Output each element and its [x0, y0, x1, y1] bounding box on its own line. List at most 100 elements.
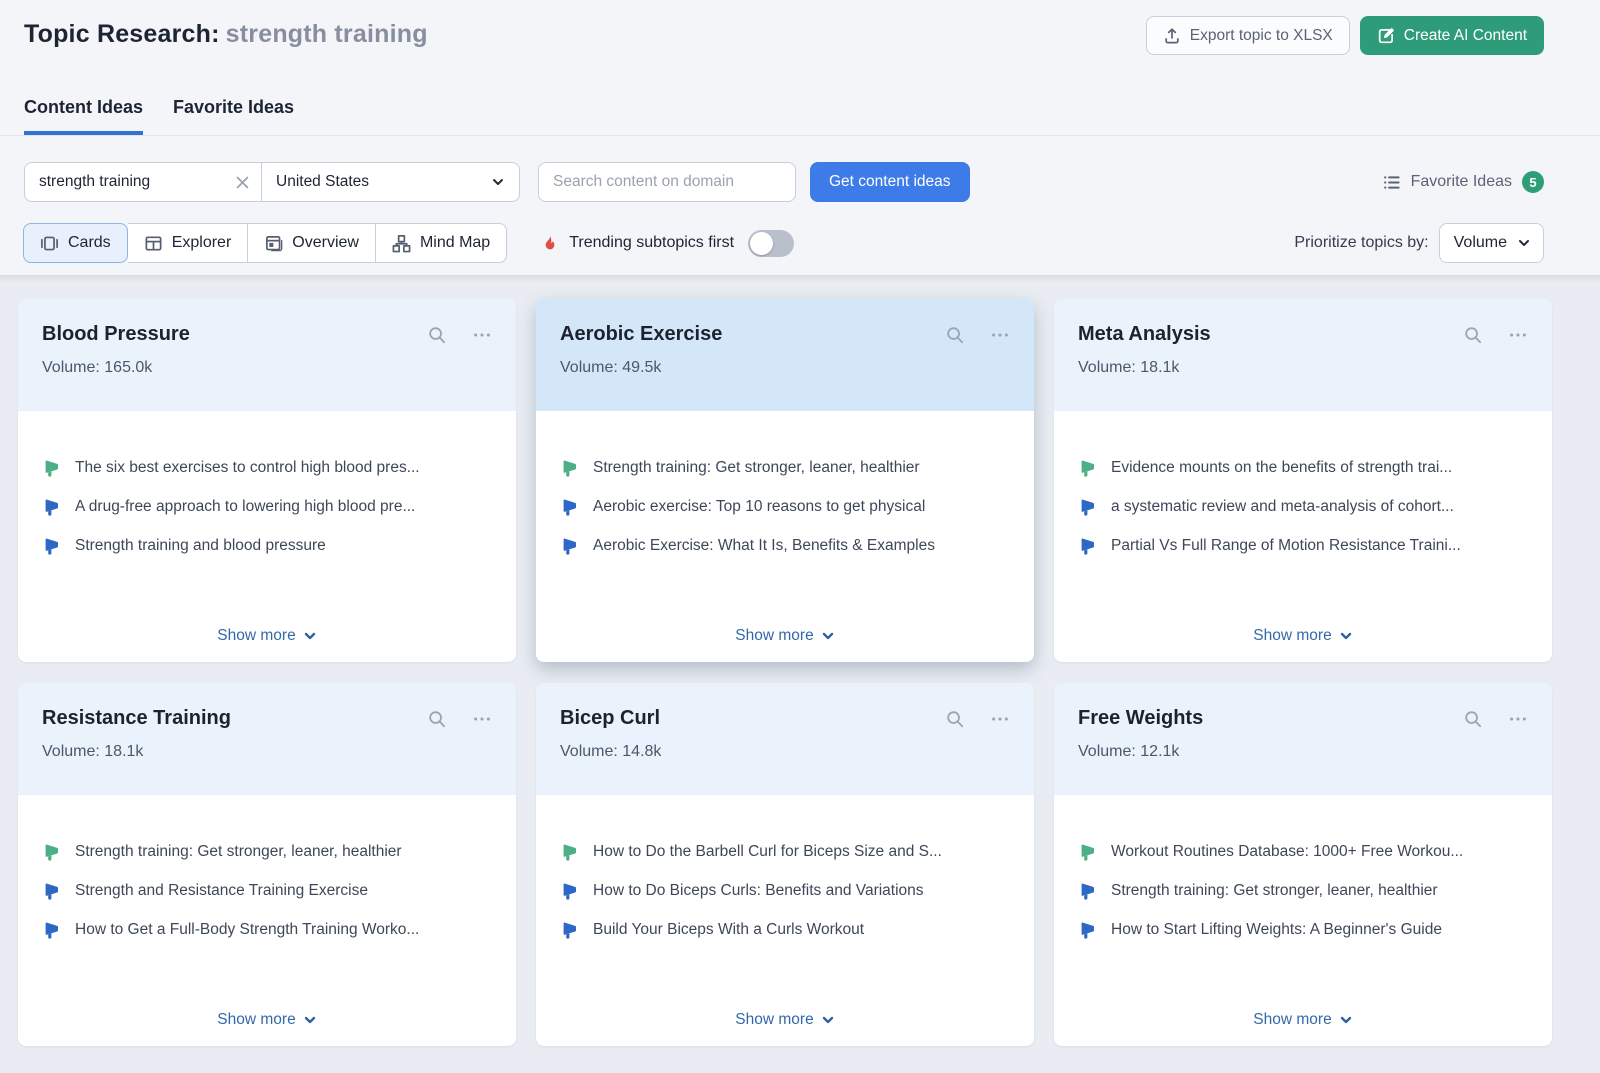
show-more-button[interactable]: Show more [735, 627, 834, 645]
topic-card: Meta Analysis Volume: 18.1k [1054, 299, 1552, 662]
ellipsis-menu-icon[interactable] [472, 325, 492, 345]
magnifier-icon[interactable] [427, 709, 447, 729]
get-content-ideas-button[interactable]: Get content ideas [810, 162, 970, 202]
view-cards-label: Cards [68, 234, 111, 252]
topic-card-actions [427, 325, 492, 345]
headline-item[interactable]: How to Get a Full-Body Strength Training… [42, 917, 492, 943]
headline-item[interactable]: Strength and Resistance Training Exercis… [42, 878, 492, 904]
headline-item[interactable]: Aerobic exercise: Top 10 reasons to get … [560, 494, 1010, 520]
page-title-prefix: Topic Research: [24, 20, 220, 48]
show-more-button[interactable]: Show more [735, 1011, 834, 1029]
topic-card-volume: Volume: 18.1k [42, 743, 492, 761]
show-more-button[interactable]: Show more [217, 1011, 316, 1029]
favorite-ideas-link[interactable]: Favorite Ideas 5 [1382, 171, 1544, 193]
headline-item[interactable]: How to Do Biceps Curls: Benefits and Var… [560, 878, 1010, 904]
headline-item[interactable]: How to Do the Barbell Curl for Biceps Si… [560, 839, 1010, 865]
magnifier-icon[interactable] [427, 325, 447, 345]
megaphone-icon [560, 881, 580, 901]
ellipsis-menu-icon[interactable] [472, 709, 492, 729]
magnifier-icon[interactable] [1463, 325, 1483, 345]
headline-item[interactable]: Workout Routines Database: 1000+ Free Wo… [1078, 839, 1528, 865]
topic-card-header: Free Weights Volume: 12.1k [1054, 683, 1552, 795]
domain-search-input[interactable]: Search content on domain [538, 162, 796, 202]
megaphone-icon [560, 458, 580, 478]
headline-item[interactable]: a systematic review and meta-analysis of… [1078, 494, 1528, 520]
headline-item[interactable]: Strength training: Get stronger, leaner,… [42, 839, 492, 865]
create-ai-content-label: Create AI Content [1404, 27, 1527, 45]
topic-card-actions [945, 325, 1010, 345]
pencil-square-icon [1377, 27, 1395, 45]
view-explorer-label: Explorer [172, 234, 232, 252]
view-cards-button[interactable]: Cards [23, 223, 128, 263]
ellipsis-menu-icon[interactable] [990, 325, 1010, 345]
view-overview-label: Overview [292, 234, 359, 252]
headline-item[interactable]: Evidence mounts on the benefits of stren… [1078, 455, 1528, 481]
prioritize-select[interactable]: Volume [1439, 223, 1544, 263]
favorite-ideas-label: Favorite Ideas [1411, 173, 1512, 191]
show-more-button[interactable]: Show more [1253, 1011, 1352, 1029]
headline-item[interactable]: Strength training and blood pressure [42, 533, 492, 559]
headline-list: Strength training: Get stronger, leaner,… [560, 455, 1010, 572]
search-filter-row: strength training United States Search c… [0, 162, 1600, 202]
headline-list: The six best exercises to control high b… [42, 455, 492, 572]
view-mindmap-button[interactable]: Mind Map [376, 223, 507, 263]
topic-card: Bicep Curl Volume: 14.8k [536, 683, 1034, 1046]
view-explorer-button[interactable]: Explorer [128, 223, 249, 263]
megaphone-icon [42, 881, 62, 901]
headline-list: How to Do the Barbell Curl for Biceps Si… [560, 839, 1010, 956]
trending-subtopics-control: Trending subtopics first [540, 230, 794, 257]
megaphone-icon [1078, 458, 1098, 478]
megaphone-icon [42, 920, 62, 940]
view-controls-row: Cards Explorer Overview [0, 223, 1600, 263]
chevron-down-icon [1339, 629, 1353, 643]
create-ai-content-button[interactable]: Create AI Content [1360, 16, 1544, 55]
topic-card: Resistance Training Volume: 18.1k [18, 683, 516, 1046]
tab-content-ideas[interactable]: Content Ideas [24, 97, 143, 135]
topic-card: Free Weights Volume: 12.1k [1054, 683, 1552, 1046]
topic-card-actions [1463, 325, 1528, 345]
topic-card-header: Resistance Training Volume: 18.1k [18, 683, 516, 795]
export-topic-button[interactable]: Export topic to XLSX [1146, 16, 1350, 55]
ellipsis-menu-icon[interactable] [1508, 709, 1528, 729]
table-icon [144, 234, 163, 253]
tab-content-ideas-label: Content Ideas [24, 97, 143, 117]
topic-card: Blood Pressure Volume: 165.0k [18, 299, 516, 662]
chevron-down-icon [303, 629, 317, 643]
view-overview-button[interactable]: Overview [248, 223, 376, 263]
trending-subtopics-toggle[interactable] [748, 230, 794, 257]
overview-icon [264, 234, 283, 253]
topic-query-input[interactable]: strength training [24, 162, 262, 202]
topic-card-actions [427, 709, 492, 729]
ellipsis-menu-icon[interactable] [1508, 325, 1528, 345]
headline-item[interactable]: The six best exercises to control high b… [42, 455, 492, 481]
topic-card-body: Workout Routines Database: 1000+ Free Wo… [1054, 795, 1552, 1046]
topic-card-title: Meta Analysis [1078, 323, 1528, 346]
show-more-button[interactable]: Show more [217, 627, 316, 645]
prioritize-control: Prioritize topics by: Volume [1294, 223, 1544, 263]
topic-card-actions [1463, 709, 1528, 729]
magnifier-icon[interactable] [1463, 709, 1483, 729]
clear-query-icon[interactable] [236, 176, 249, 189]
topic-card-volume: Volume: 49.5k [560, 359, 1010, 377]
show-more-button[interactable]: Show more [1253, 627, 1352, 645]
ellipsis-menu-icon[interactable] [990, 709, 1010, 729]
headline-item[interactable]: Build Your Biceps With a Curls Workout [560, 917, 1010, 943]
toggle-knob [750, 232, 773, 255]
magnifier-icon[interactable] [945, 709, 965, 729]
chevron-down-icon [303, 1013, 317, 1027]
tab-favorite-ideas-label: Favorite Ideas [173, 97, 294, 117]
country-select[interactable]: United States [262, 162, 520, 202]
headline-item[interactable]: Partial Vs Full Range of Motion Resistan… [1078, 533, 1528, 559]
magnifier-icon[interactable] [945, 325, 965, 345]
megaphone-icon [1078, 881, 1098, 901]
query-country-group: strength training United States [24, 162, 520, 202]
trending-subtopics-label: Trending subtopics first [569, 234, 734, 252]
headline-item[interactable]: Strength training: Get stronger, leaner,… [560, 455, 1010, 481]
headline-item[interactable]: How to Start Lifting Weights: A Beginner… [1078, 917, 1528, 943]
headline-item[interactable]: Aerobic Exercise: What It Is, Benefits &… [560, 533, 1010, 559]
headline-list: Evidence mounts on the benefits of stren… [1078, 455, 1528, 572]
tab-favorite-ideas[interactable]: Favorite Ideas [173, 97, 294, 135]
headline-item[interactable]: Strength training: Get stronger, leaner,… [1078, 878, 1528, 904]
topic-card-body: How to Do the Barbell Curl for Biceps Si… [536, 795, 1034, 1046]
headline-item[interactable]: A drug-free approach to lowering high bl… [42, 494, 492, 520]
